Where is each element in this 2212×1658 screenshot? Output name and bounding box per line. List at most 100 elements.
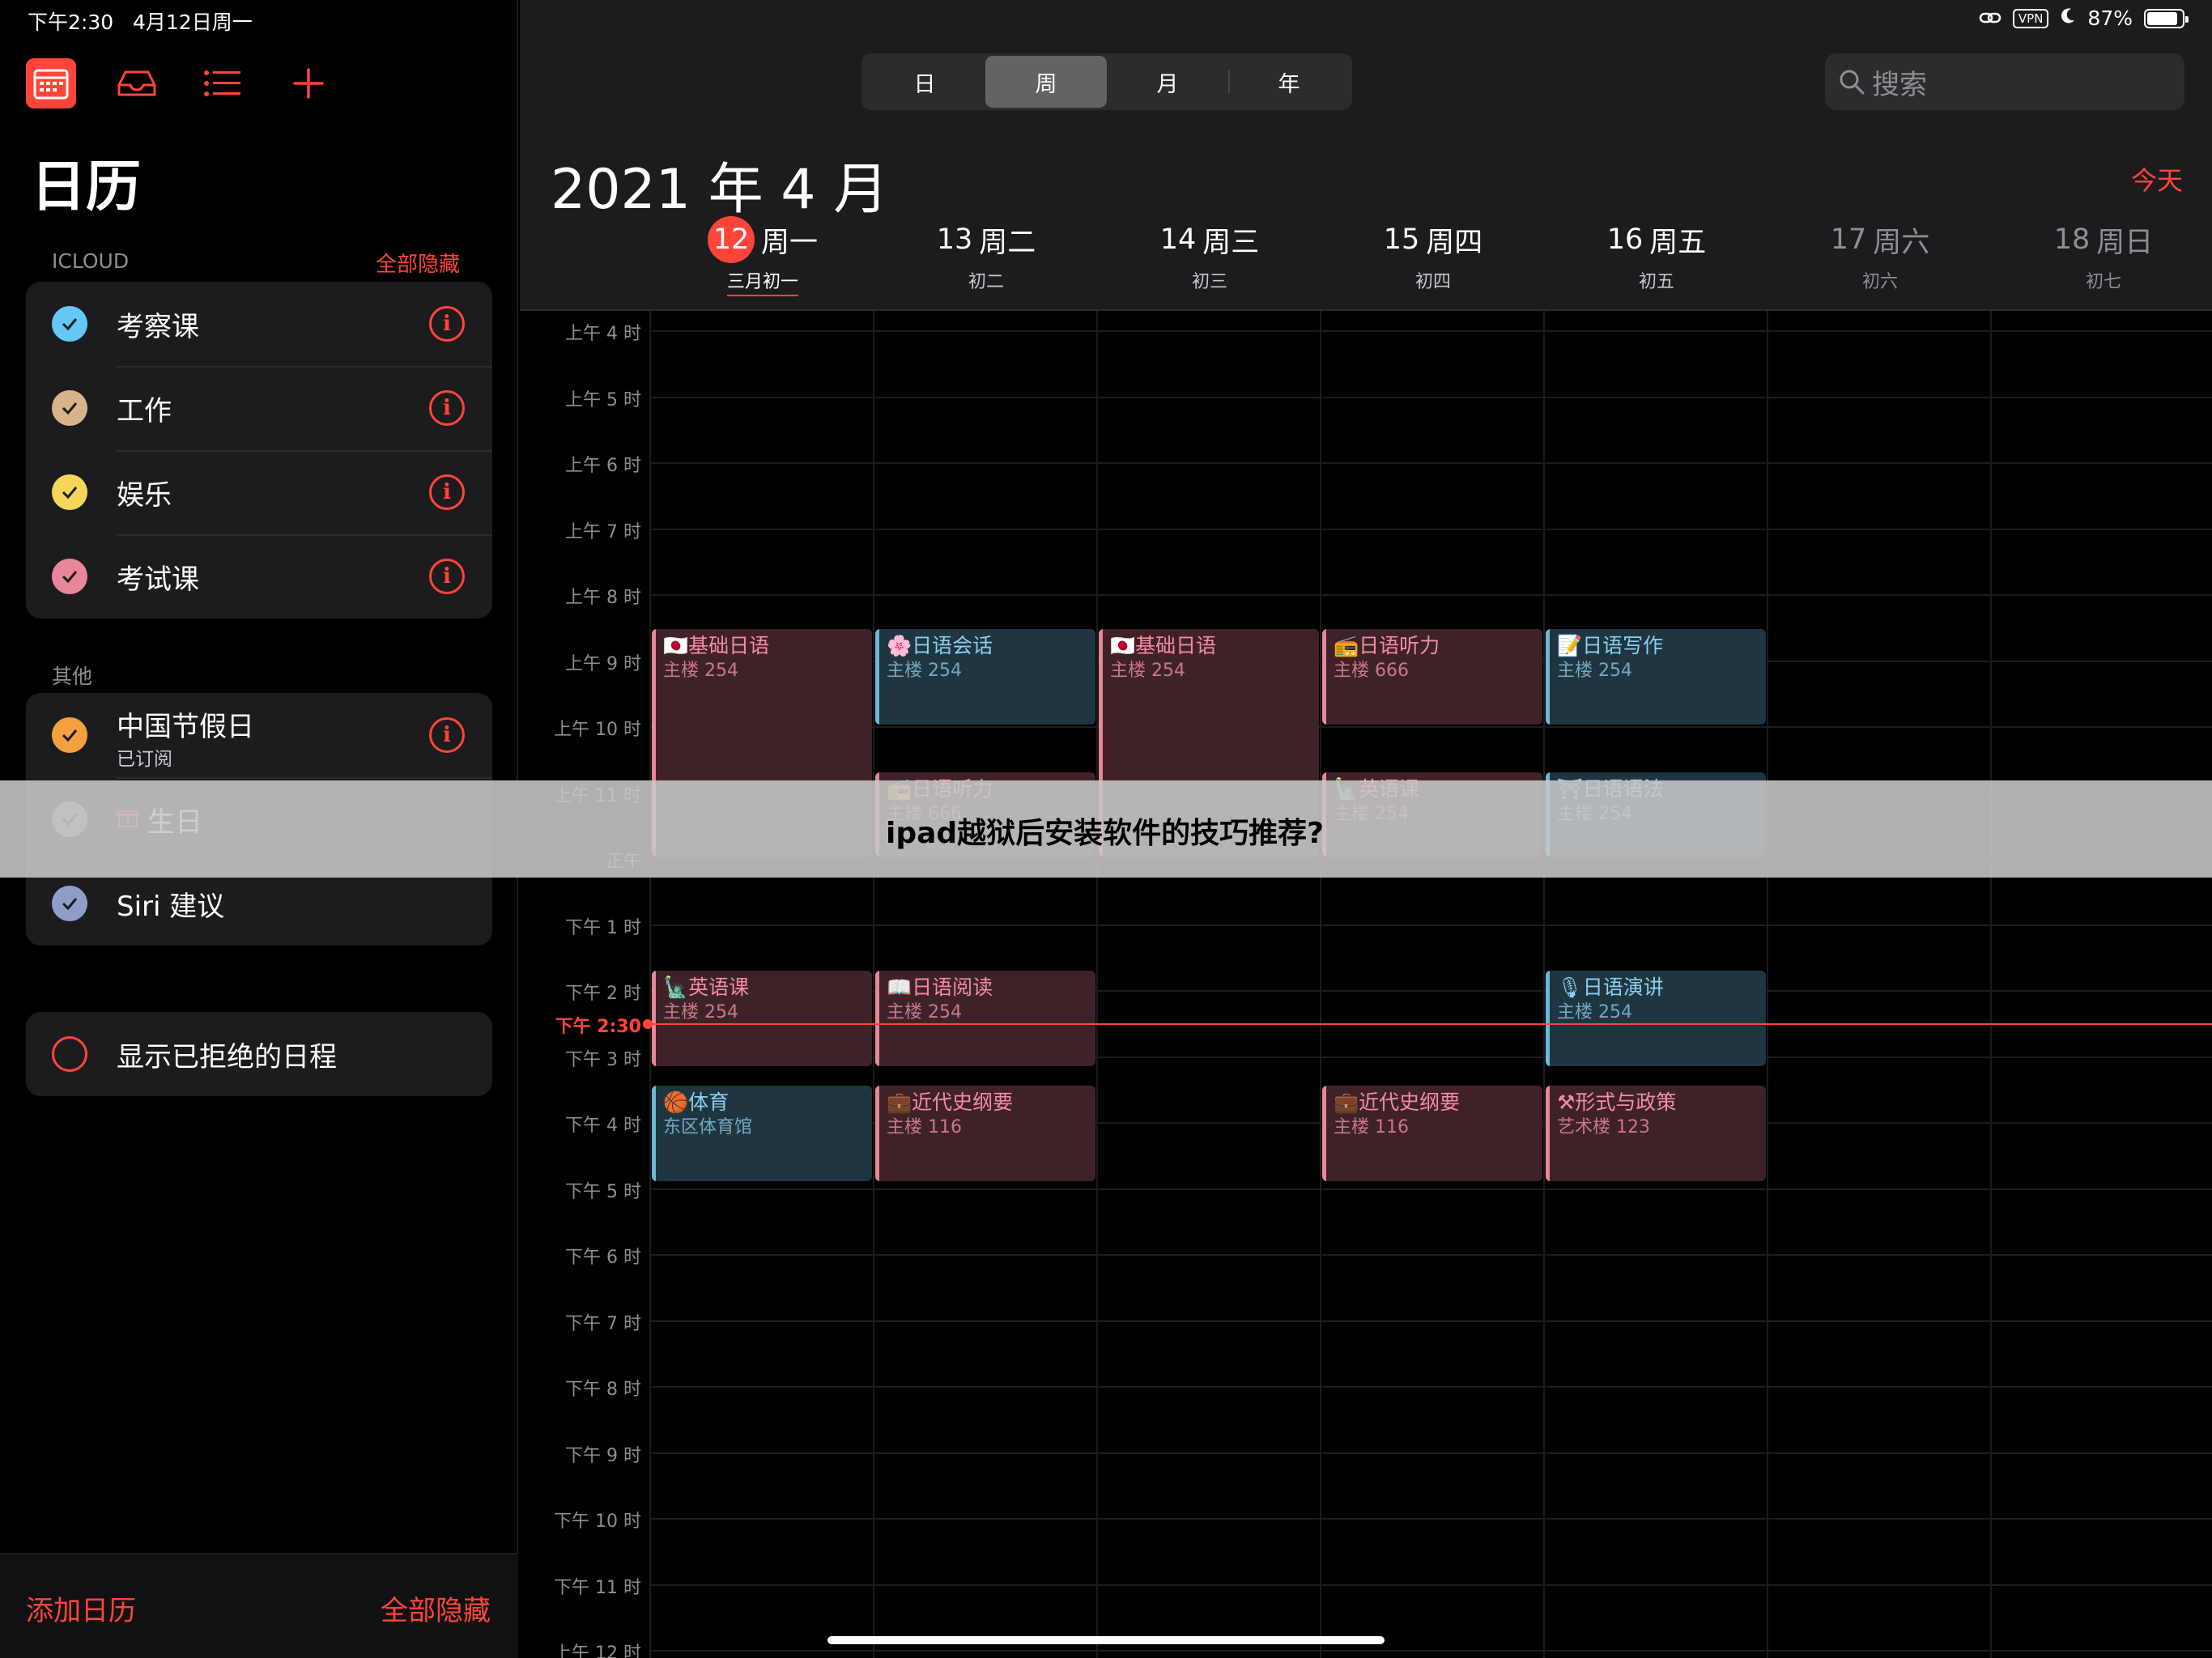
header-divider: [1098, 220, 1100, 309]
day-weekday: 周三: [1202, 226, 1260, 259]
day-header[interactable]: 12 周一 三月初一: [651, 216, 874, 309]
calendar-event[interactable]: 📖日语阅读 主楼 254: [875, 970, 1095, 1066]
hour-label: 下午 11 时: [554, 1577, 641, 1598]
segment-day[interactable]: 日: [864, 56, 985, 108]
day-number-line: 18 周日: [1992, 220, 2212, 259]
event-title: 📖日语阅读: [887, 975, 993, 999]
hour-gridline: [651, 1452, 2212, 1454]
hour-gridline: [651, 924, 2212, 926]
battery-fill: [2147, 11, 2177, 25]
calendar-item-holidays[interactable]: 中国节假日 已订阅 i: [26, 693, 492, 777]
calendar-event[interactable]: 📝日语写作 主楼 254: [1546, 629, 1766, 725]
hour-gridline: [651, 528, 2212, 530]
hour-label: 下午 5 时: [565, 1181, 641, 1202]
day-header[interactable]: 15 周四 初四: [1321, 220, 1545, 309]
event-location: 主楼 116: [887, 1117, 962, 1138]
day-column-divider: [1543, 311, 1545, 1658]
info-icon[interactable]: i: [429, 717, 465, 753]
calendar-event[interactable]: 💼近代史纲要 主楼 116: [875, 1086, 1095, 1182]
checkmark-icon[interactable]: [52, 390, 87, 426]
calendar-item-kaocha[interactable]: 考察课 i: [26, 282, 492, 366]
segment-year[interactable]: 年: [1228, 56, 1350, 108]
hour-label: 下午 3 时: [565, 1049, 641, 1070]
inbox-icon[interactable]: [112, 58, 162, 108]
event-location: 东区体育馆: [663, 1117, 753, 1138]
status-bar: 下午2:30 4月12日周一 VPN 87%: [0, 0, 2212, 39]
event-location: 艺术楼 123: [1557, 1117, 1650, 1138]
current-time-label: 下午 2:30: [555, 1017, 641, 1038]
view-segmented-control: 日 周 月 年: [861, 53, 1352, 110]
list-icon[interactable]: [198, 58, 248, 108]
day-lunar-date: 初七: [2085, 272, 2121, 292]
empty-circle-icon[interactable]: [52, 1036, 87, 1072]
hour-label: 上午 4 时: [565, 324, 641, 345]
day-column-divider: [1096, 311, 1098, 1658]
calendar-item-work[interactable]: 工作 i: [26, 366, 492, 450]
calendar-event[interactable]: 🎙日语演讲 主楼 254: [1546, 970, 1766, 1066]
event-title: 💼近代史纲要: [887, 1090, 1014, 1115]
event-location: 主楼 254: [1557, 1001, 1632, 1022]
segment-week[interactable]: 周: [985, 56, 1107, 108]
checkmark-icon[interactable]: [52, 717, 87, 753]
add-calendar-button[interactable]: 添加日历: [26, 1588, 136, 1628]
day-lunar-date: 初三: [1191, 272, 1227, 292]
icloud-hide-all-button[interactable]: 全部隐藏: [376, 248, 460, 278]
calendar-event[interactable]: 🗽英语课主楼 254: [652, 970, 872, 1066]
calendar-icon[interactable]: [26, 58, 76, 108]
day-header[interactable]: 14 周三 初三: [1098, 220, 1321, 309]
day-weekday: 周六: [1873, 226, 1930, 259]
info-icon[interactable]: i: [429, 306, 465, 342]
calendar-event[interactable]: 🏀体育 东区体育馆: [652, 1086, 872, 1182]
add-icon[interactable]: [283, 58, 334, 108]
header-divider: [1768, 220, 1770, 309]
battery-icon: [2144, 8, 2189, 28]
hour-label: 上午 8 时: [565, 588, 641, 609]
search-placeholder: 搜索: [1872, 68, 1927, 101]
link-icon: [1979, 6, 2001, 30]
hour-label: 上午 9 时: [565, 653, 641, 674]
day-column-divider: [1767, 311, 1768, 1658]
today-day-number: 12: [707, 216, 755, 263]
checkmark-icon[interactable]: [52, 559, 87, 594]
search-input[interactable]: 搜索: [1825, 53, 2184, 110]
info-icon[interactable]: i: [429, 390, 465, 426]
day-header[interactable]: 18 周日初七: [1992, 220, 2212, 309]
event-title: 🌸日语会话: [887, 634, 993, 658]
hour-gridline: [651, 396, 2212, 398]
show-declined-toggle[interactable]: 显示已拒绝的日程: [26, 1012, 492, 1096]
calendar-event[interactable]: 💼近代史纲要 主楼 116: [1322, 1086, 1542, 1182]
day-header[interactable]: 13 周二 初二: [874, 220, 1098, 309]
calendar-event[interactable]: 🌸日语会话 主楼 254: [875, 629, 1095, 725]
hour-label: 上午 7 时: [565, 521, 641, 542]
declined-events-group: 显示已拒绝的日程: [26, 1012, 492, 1096]
hour-gridline: [651, 1650, 2212, 1652]
event-location: 主楼 666: [1334, 661, 1409, 682]
day-weekday: 周五: [1649, 226, 1707, 259]
calendar-event[interactable]: 📻日语听力主楼 666: [1322, 629, 1542, 725]
day-header[interactable]: 17 周六 初六: [1768, 220, 1992, 309]
checkmark-icon[interactable]: [52, 306, 87, 342]
other-header: 其他: [52, 665, 93, 688]
hour-gridline: [651, 1584, 2212, 1586]
today-button[interactable]: 今天: [2131, 160, 2183, 198]
event-title: 🗽英语课: [663, 975, 750, 999]
calendar-event[interactable]: ⚒形式与政策 艺术楼 123: [1546, 1086, 1766, 1182]
week-grid[interactable]: 上午 4 时上午 5 时上午 6 时上午 7 时上午 8 时上午 9 时上午 1…: [520, 309, 2212, 1658]
segment-month[interactable]: 月: [1107, 56, 1228, 108]
checkmark-icon[interactable]: [52, 474, 87, 510]
calendar-item-exam[interactable]: 考试课 i: [26, 534, 492, 619]
info-icon[interactable]: i: [429, 559, 465, 594]
home-indicator[interactable]: [827, 1636, 1385, 1644]
info-icon[interactable]: i: [429, 474, 465, 510]
hour-label: 下午 8 时: [565, 1380, 641, 1401]
calendar-item-entertainment[interactable]: 娱乐 i: [26, 450, 492, 534]
day-header[interactable]: 16 周五 初五: [1545, 220, 1768, 309]
hour-label: 下午 9 时: [565, 1445, 641, 1466]
battery-percent: 87%: [2087, 6, 2133, 30]
day-lunar-date: 初四: [1414, 272, 1451, 292]
event-location: 主楼 254: [1557, 661, 1632, 682]
hour-label: 下午 7 时: [565, 1313, 641, 1334]
hide-all-button[interactable]: 全部隐藏: [381, 1588, 491, 1628]
calendar-item-subtitle: 已订阅: [117, 749, 172, 770]
checkmark-icon[interactable]: [52, 886, 87, 921]
